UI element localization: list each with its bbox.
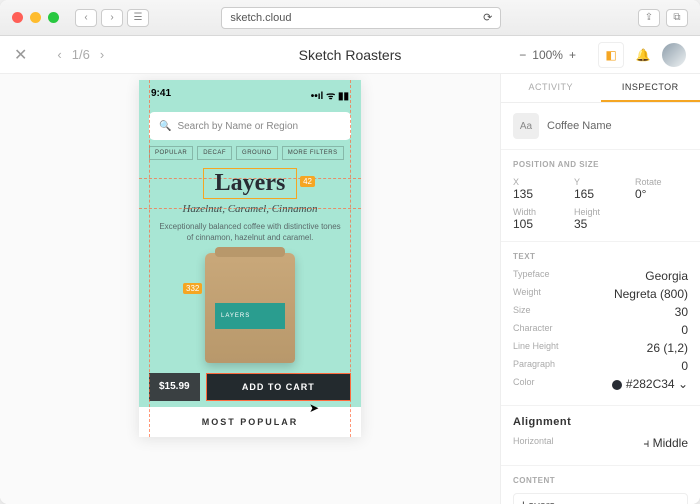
height-label: Height	[574, 207, 627, 217]
filter-ground[interactable]: GROUND	[236, 146, 278, 160]
rotate-label: Rotate	[635, 177, 688, 187]
halign-label: Horizontal	[513, 436, 554, 451]
minimize-window-button[interactable]	[30, 12, 41, 23]
section-title: TEXT	[513, 252, 688, 261]
coffee-subtitle: Hazelnut, Caramel, Cinnamon	[139, 203, 361, 215]
zoom-level: 100%	[532, 48, 563, 62]
inspector-tabs: ACTIVITY INSPECTOR	[501, 74, 700, 103]
section-title: Alignment	[513, 416, 688, 428]
typeface-label: Typeface	[513, 269, 550, 283]
back-button[interactable]: ‹	[75, 9, 97, 27]
weight-value[interactable]: Negreta (800)	[614, 287, 688, 301]
add-to-cart-button[interactable]: ADD TO CART	[206, 373, 351, 401]
product-image: LAYERS	[205, 253, 295, 363]
share-button[interactable]: ⇪	[638, 9, 660, 27]
tab-inspector[interactable]: INSPECTOR	[601, 74, 700, 102]
status-time: 9:41	[151, 88, 171, 102]
measure-badge: 332	[183, 283, 202, 294]
selection-outline	[203, 168, 297, 199]
content-value[interactable]: Layers	[513, 493, 688, 504]
app-header: ✕ ‹ 1/6 › Sketch Roasters − 100% + ◧ 🔔	[0, 36, 700, 74]
inspector-toggle[interactable]: ◧	[598, 42, 624, 68]
tabs-button[interactable]: ⧉	[666, 9, 688, 27]
typeface-value[interactable]: Georgia	[645, 269, 688, 283]
phone-status-bar: 9:41 ••ıl ᯤ ▮▮	[139, 80, 361, 108]
forward-button[interactable]: ›	[101, 9, 123, 27]
section-header: MOST POPULAR	[139, 407, 361, 437]
text-section: TEXT Typeface Georgia Weight Negreta (800)…	[501, 242, 700, 406]
width-value[interactable]: 105	[513, 217, 566, 231]
color-value[interactable]: #282C34 ⌄	[612, 377, 688, 391]
x-label: X	[513, 177, 566, 187]
lineheight-value[interactable]: 26 (1,2)	[647, 341, 688, 355]
filter-popular[interactable]: POPULAR	[149, 146, 193, 160]
guide-horizontal	[139, 208, 361, 209]
tab-activity[interactable]: ACTIVITY	[501, 74, 601, 102]
character-value[interactable]: 0	[681, 323, 688, 337]
measure-badge: 42	[300, 176, 315, 187]
size-label: Size	[513, 305, 531, 319]
layer-type-chip: Aa	[513, 113, 539, 139]
y-value[interactable]: 165	[574, 187, 627, 201]
color-label: Color	[513, 377, 535, 391]
notifications-icon[interactable]: 🔔	[630, 42, 656, 68]
canvas[interactable]: 9:41 ••ıl ᯤ ▮▮ 🔍 Search by Name or Regio…	[0, 74, 500, 504]
halign-value[interactable]: ⫞ Middle	[643, 436, 688, 451]
avatar[interactable]	[662, 43, 686, 67]
zoom-in-button[interactable]: +	[569, 48, 576, 62]
search-icon: 🔍	[159, 121, 171, 132]
prev-page-button[interactable]: ‹	[57, 47, 61, 62]
app-window: ‹ › ☰ sketch.cloud ⟳ ⇪ ⧉ ✕ ‹ 1/6 › Sketc…	[0, 0, 700, 504]
size-value[interactable]: 30	[675, 305, 688, 319]
y-label: Y	[574, 177, 627, 187]
url-text: sketch.cloud	[230, 12, 291, 24]
x-value[interactable]: 135	[513, 187, 566, 201]
selection-name: Coffee Name	[547, 120, 612, 132]
close-button[interactable]: ✕	[14, 45, 27, 65]
coffee-description: Exceptionally balanced coffee with disti…	[159, 221, 341, 243]
filter-more[interactable]: MORE FILTERS	[282, 146, 344, 160]
content-section: CONTENT Layers	[501, 466, 700, 504]
lineheight-label: Line Height	[513, 341, 559, 355]
selection-header: Aa Coffee Name	[501, 103, 700, 150]
reload-icon[interactable]: ⟳	[483, 11, 492, 24]
close-window-button[interactable]	[12, 12, 23, 23]
cursor-icon: ➤	[309, 401, 319, 415]
inspector-panel: ACTIVITY INSPECTOR Aa Coffee Name POSITI…	[500, 74, 700, 504]
color-swatch	[612, 380, 622, 390]
character-label: Character	[513, 323, 553, 337]
filter-decaf[interactable]: DECAF	[197, 146, 232, 160]
search-field[interactable]: 🔍 Search by Name or Region	[149, 112, 351, 140]
paragraph-label: Paragraph	[513, 359, 555, 373]
next-page-button[interactable]: ›	[100, 47, 104, 62]
filter-row: POPULAR DECAF GROUND MORE FILTERS	[149, 146, 351, 160]
artboard: 9:41 ••ıl ᯤ ▮▮ 🔍 Search by Name or Regio…	[139, 80, 361, 437]
maximize-window-button[interactable]	[48, 12, 59, 23]
weight-label: Weight	[513, 287, 541, 301]
position-section: POSITION AND SIZE X135 Y165 Rotate0° Wid…	[501, 150, 700, 242]
sidebar-button[interactable]: ☰	[127, 9, 149, 27]
paragraph-value[interactable]: 0	[681, 359, 688, 373]
status-icons: ••ıl ᯤ ▮▮	[311, 88, 349, 102]
url-bar[interactable]: sketch.cloud ⟳	[221, 7, 501, 29]
width-label: Width	[513, 207, 566, 217]
alignment-section: Alignment Horizontal ⫞ Middle	[501, 406, 700, 466]
browser-nav: ‹ › ☰	[75, 9, 149, 27]
section-title: POSITION AND SIZE	[513, 160, 688, 169]
selected-layer[interactable]: Layers 42	[149, 170, 351, 197]
bag-label: LAYERS	[215, 303, 285, 329]
section-title: CONTENT	[513, 476, 688, 485]
price-row: $15.99 ADD TO CART	[149, 373, 351, 401]
rotate-value[interactable]: 0°	[635, 187, 688, 201]
page-indicator: 1/6	[72, 47, 90, 62]
price-label[interactable]: $15.99	[149, 373, 200, 401]
zoom-out-button[interactable]: −	[519, 48, 526, 62]
main-area: 9:41 ••ıl ᯤ ▮▮ 🔍 Search by Name or Regio…	[0, 74, 700, 504]
traffic-lights	[12, 12, 59, 23]
height-value[interactable]: 35	[574, 217, 627, 231]
search-placeholder: Search by Name or Region	[177, 121, 298, 132]
browser-chrome: ‹ › ☰ sketch.cloud ⟳ ⇪ ⧉	[0, 0, 700, 36]
pager: ‹ 1/6 ›	[57, 47, 104, 62]
